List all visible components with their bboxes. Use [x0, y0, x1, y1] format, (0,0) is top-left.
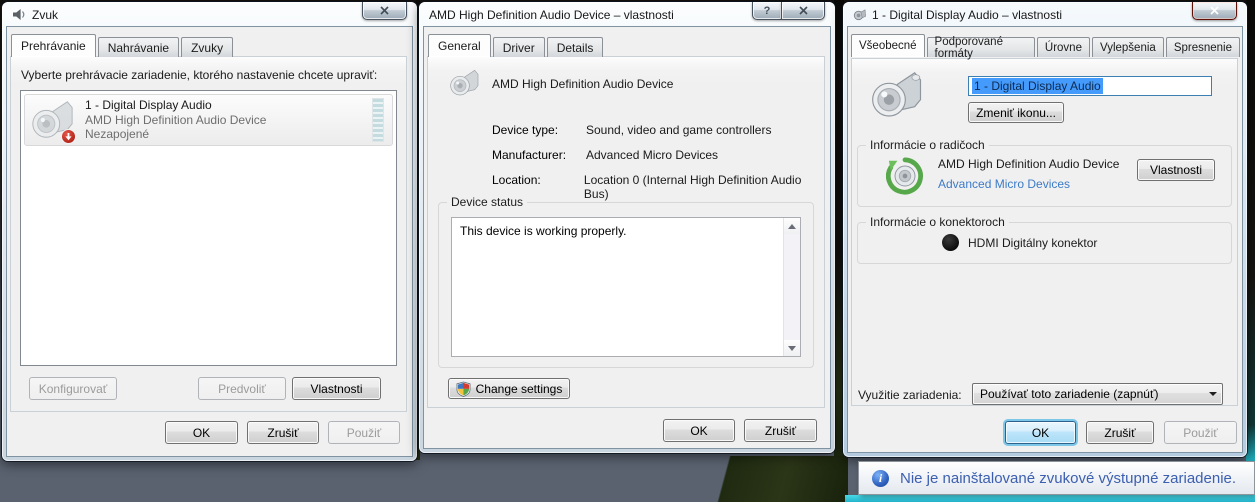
controller-device-icon [886, 157, 923, 195]
apply-button[interactable]: Použiť [1164, 421, 1237, 444]
sound-dialog-body: Prehrávanie Nahrávanie Zvuky Vyberte pre… [7, 27, 412, 456]
device-status-box[interactable]: This device is working properly. [451, 217, 801, 357]
device-usage-dropdown[interactable]: Používať toto zariadenie (zapnúť) [972, 383, 1223, 405]
device-status: Nezapojené [85, 127, 150, 142]
tab-enhancements[interactable]: Vylepšenia [1091, 37, 1164, 57]
scroll-down-button[interactable] [784, 340, 800, 356]
tab-advanced[interactable]: Spresnenie [1165, 37, 1240, 57]
window-title: Zvuk [32, 7, 59, 22]
window-title: AMD High Definition Audio Device – vlast… [429, 7, 674, 22]
amd-properties-dialog: AMD High Definition Audio Device – vlast… [419, 2, 835, 453]
device-description: AMD High Definition Audio Device [85, 112, 267, 127]
tab-playback[interactable]: Prehrávanie [11, 34, 96, 57]
field-label: Device type: [492, 123, 559, 137]
group-label: Informácie o konektoroch [866, 215, 1009, 229]
arrow-up-icon [788, 223, 796, 229]
dropdown-selected-value: Používať toto zariadenie (zapnúť) [980, 387, 1159, 401]
display-audio-properties-dialog: 1 - Digital Display Audio – vlastnosti V… [843, 2, 1247, 457]
uac-shield-icon [456, 381, 471, 397]
ok-button[interactable]: OK [1005, 421, 1076, 444]
tab-levels[interactable]: Úrovne [1036, 37, 1090, 57]
tab-sounds[interactable]: Zvuky [181, 37, 234, 57]
tab-recording[interactable]: Nahrávanie [97, 37, 180, 57]
display-dialog-body: Všeobecné Podporované formáty Úrovne Vyl… [848, 27, 1242, 452]
chevron-down-icon [1204, 392, 1222, 396]
close-icon [1210, 6, 1219, 15]
general-tab-page: AMD High Definition Audio Device Device … [427, 56, 825, 408]
cancel-button[interactable]: Zrušiť [247, 421, 319, 444]
amd-dialog-body: General Driver Details AMD High Definiti… [424, 27, 830, 448]
set-default-button[interactable]: Predvoliť [198, 377, 286, 400]
close-button[interactable] [1192, 2, 1237, 20]
vendor-link[interactable]: Advanced Micro Devices [938, 177, 1070, 191]
volume-meter [372, 98, 384, 142]
desktop-wallpaper-water [845, 495, 1255, 502]
ok-button[interactable]: OK [663, 419, 735, 442]
help-button[interactable]: ? [752, 2, 781, 20]
close-button[interactable] [362, 2, 407, 20]
tab-details[interactable]: Details [546, 37, 604, 57]
connector-name: HDMI Digitálny konektor [968, 236, 1098, 250]
tab-general-sk[interactable]: Všeobecné [851, 34, 925, 57]
controller-device-name: AMD High Definition Audio Device [938, 157, 1120, 171]
playback-tab-page: Vyberte prehrávacie zariadenie, ktorého … [10, 56, 407, 412]
group-label: Informácie o radičoch [866, 138, 989, 152]
change-icon-button[interactable]: Zmeniť ikonu... [968, 102, 1064, 123]
arrow-down-icon [788, 345, 796, 351]
no-audio-device-tooltip: i Nie je nainštalované zvukové výstupné … [858, 461, 1255, 495]
general-tab-page: 1 - Digital Display Audio Zmeniť ikonu..… [851, 58, 1238, 406]
change-settings-button[interactable]: Change settings [448, 378, 570, 399]
close-icon [798, 6, 808, 15]
group-label: Device status [447, 195, 528, 209]
sound-dialog: Zvuk Prehrávanie Nahrávanie Zvuky Vybert… [2, 2, 417, 461]
device-status-text: This device is working properly. [460, 224, 627, 238]
instruction-text: Vyberte prehrávacie zariadenie, ktorého … [21, 68, 378, 82]
controller-info-group: Informácie o radičoch AMD High Definitio… [857, 138, 1232, 207]
close-button[interactable] [781, 2, 825, 20]
field-value: Location 0 (Internal High Definition Aud… [583, 173, 802, 201]
scroll-up-button[interactable] [784, 218, 800, 234]
device-status-group: Device status This device is working pro… [438, 195, 814, 368]
controller-properties-button[interactable]: Vlastnosti [1137, 159, 1215, 181]
tab-driver[interactable]: Driver [492, 37, 545, 57]
cancel-button[interactable]: Zrušiť [1086, 421, 1154, 444]
field-label: Manufacturer: [492, 148, 567, 162]
properties-button[interactable]: Vlastnosti [292, 377, 381, 400]
disconnected-badge-icon [61, 129, 76, 144]
speaker-title-icon [13, 9, 25, 20]
speaker-title-icon [853, 9, 866, 21]
cancel-button[interactable]: Zrušiť [744, 419, 817, 442]
field-value: Advanced Micro Devices [586, 148, 719, 162]
selected-text: 1 - Digital Display Audio [972, 78, 1103, 94]
tab-supported-formats[interactable]: Podporované formáty [926, 36, 1035, 60]
desktop-edge [1246, 0, 1255, 462]
device-name-input[interactable]: 1 - Digital Display Audio [968, 76, 1212, 96]
device-usage-label: Využitie zariadenia: [858, 388, 962, 402]
desktop-wallpaper-grass [688, 456, 848, 502]
window-title: 1 - Digital Display Audio – vlastnosti [872, 7, 1063, 22]
device-list-item[interactable]: 1 - Digital Display Audio AMD High Defin… [24, 94, 393, 146]
ok-button[interactable]: OK [165, 421, 238, 444]
apply-button[interactable]: Použiť [328, 421, 400, 444]
sound-dialog-titlebar[interactable]: Zvuk [2, 2, 417, 27]
scrollbar[interactable] [783, 218, 800, 356]
speaker-device-icon [872, 72, 922, 117]
display-dialog-titlebar[interactable]: 1 - Digital Display Audio – vlastnosti [843, 2, 1247, 27]
info-icon: i [872, 469, 889, 487]
device-title: AMD High Definition Audio Device [492, 77, 674, 91]
configure-button[interactable]: Konfigurovať [29, 377, 117, 400]
hdmi-connector-icon [942, 234, 959, 251]
connector-info-group: Informácie o konektoroch HDMI Digitálny … [857, 215, 1232, 264]
device-name: 1 - Digital Display Audio [85, 98, 212, 113]
field-value: Sound, video and game controllers [586, 123, 772, 137]
speaker-device-icon [450, 69, 479, 96]
tooltip-text: Nie je nainštalované zvukové výstupné za… [900, 469, 1237, 487]
playback-device-list[interactable]: 1 - Digital Display Audio AMD High Defin… [20, 90, 397, 366]
close-icon [380, 6, 389, 15]
tab-general[interactable]: General [428, 34, 491, 57]
